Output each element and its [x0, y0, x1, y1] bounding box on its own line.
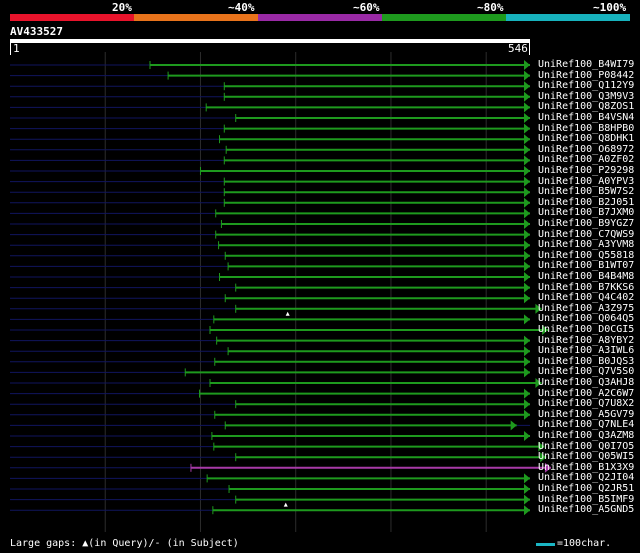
hit-end-arrow-icon: [510, 420, 517, 431]
hit-end-arrow-icon: [524, 484, 530, 494]
hit-label[interactable]: UniRef100_B8HPB0: [538, 123, 634, 134]
hit-label[interactable]: UniRef100_A3IWL6: [538, 345, 634, 356]
hit-end-arrow-icon: [524, 91, 530, 102]
hit-label[interactable]: UniRef100_Q3AHJ8: [538, 377, 634, 388]
hit-end-arrow-icon: [524, 367, 530, 378]
hit-label[interactable]: UniRef100_Q3M9V3: [538, 91, 634, 102]
hit-label[interactable]: UniRef100_B0JQS3: [538, 356, 634, 367]
hit-label[interactable]: UniRef100_Q55818: [538, 250, 634, 261]
hit-end-arrow-icon: [524, 81, 530, 92]
gaps-prefix: Large gaps:: [10, 538, 83, 549]
hit-end-arrow-icon: [524, 250, 530, 261]
hit-label[interactable]: UniRef100_Q8DHK1: [538, 133, 634, 144]
hit-label[interactable]: UniRef100_P08442: [538, 70, 634, 81]
hit-label[interactable]: UniRef100_P29298: [538, 165, 634, 176]
hit-end-arrow-icon: [524, 70, 530, 81]
hit-label[interactable]: UniRef100_Q4C402: [538, 292, 634, 303]
scale-bar: [536, 543, 555, 546]
gaps-query: (in Query)/: [88, 538, 155, 549]
hit-label[interactable]: UniRef100_Q112Y9: [538, 80, 634, 91]
hit-label[interactable]: UniRef100_A2C6W7: [538, 388, 634, 399]
hit-end-arrow-icon: [524, 272, 530, 282]
hit-label[interactable]: UniRef100_C7QWS9: [538, 229, 634, 240]
hit-label[interactable]: UniRef100_B7KKS6: [538, 282, 634, 293]
gap-triangle-icon: [283, 502, 288, 507]
hit-end-arrow-icon: [524, 409, 530, 420]
hit-label[interactable]: UniRef100_B5W7S2: [538, 186, 634, 197]
hit-end-arrow-icon: [524, 113, 530, 123]
hit-end-arrow-icon: [524, 144, 530, 155]
hit-end-arrow-icon: [524, 197, 530, 208]
hit-label[interactable]: UniRef100_Q05WI5: [538, 451, 634, 462]
hit-label[interactable]: UniRef100_B9YGZ7: [538, 218, 634, 229]
hit-end-arrow-icon: [524, 219, 530, 229]
hit-end-arrow-icon: [524, 60, 530, 70]
hit-end-arrow-icon: [524, 208, 530, 219]
hit-end-arrow-icon: [524, 314, 530, 325]
hit-label[interactable]: UniRef100_Q2JI04: [538, 472, 634, 483]
hit-label[interactable]: UniRef100_B5IMF9: [538, 494, 634, 505]
hit-label[interactable]: UniRef100_Q064Q5: [538, 313, 634, 324]
hit-end-arrow-icon: [524, 494, 530, 505]
hit-end-arrow-icon: [524, 335, 530, 346]
gaps-subject: (in Subject): [160, 538, 239, 549]
hit-end-arrow-icon: [524, 134, 530, 145]
hit-label[interactable]: UniRef100_B1WT07: [538, 260, 634, 271]
gap-triangle-icon: [285, 311, 290, 316]
scale-label: =100char.: [557, 538, 612, 549]
hit-label[interactable]: UniRef100_B7JXM0: [538, 207, 634, 218]
hit-end-arrow-icon: [524, 473, 530, 484]
hit-end-arrow-icon: [524, 431, 530, 441]
hit-label[interactable]: UniRef100_A5GND5: [538, 504, 634, 515]
hit-end-arrow-icon: [524, 388, 530, 399]
hit-label[interactable]: UniRef100_A5GV79: [538, 409, 634, 420]
hit-label[interactable]: UniRef100_B1X3X9: [538, 462, 634, 473]
hit-label[interactable]: UniRef100_D0CGI5: [538, 324, 634, 335]
hit-label[interactable]: UniRef100_B4VSN4: [538, 112, 634, 123]
hit-end-arrow-icon: [524, 505, 530, 516]
hit-label[interactable]: UniRef100_A0ZF02: [538, 154, 634, 165]
hit-label[interactable]: UniRef100_Q0I7O5: [538, 441, 634, 452]
hit-end-arrow-icon: [524, 229, 530, 240]
hit-end-arrow-icon: [524, 240, 530, 251]
hit-label[interactable]: UniRef100_Q7U8X2: [538, 398, 634, 409]
hit-label[interactable]: UniRef100_O68972: [538, 144, 634, 155]
hit-end-arrow-icon: [524, 102, 530, 113]
hit-label[interactable]: UniRef100_Q8ZOS1: [538, 101, 634, 112]
hit-end-arrow-icon: [524, 176, 530, 187]
hit-label[interactable]: UniRef100_B2J051: [538, 197, 634, 208]
hit-label[interactable]: UniRef100_A3YVM8: [538, 239, 634, 250]
hit-end-arrow-icon: [524, 123, 530, 134]
hit-label[interactable]: UniRef100_Q3AZM8: [538, 430, 634, 441]
hit-label[interactable]: UniRef100_B4WI79: [538, 59, 634, 70]
hit-end-arrow-icon: [524, 166, 530, 176]
hit-label[interactable]: UniRef100_Q7V5S0: [538, 366, 634, 377]
hit-end-arrow-icon: [524, 293, 530, 304]
hit-end-arrow-icon: [524, 346, 530, 357]
hit-end-arrow-icon: [524, 155, 530, 166]
hit-label[interactable]: UniRef100_Q7NLE4: [538, 419, 634, 430]
hit-label[interactable]: UniRef100_B4B4M8: [538, 271, 634, 282]
hit-end-arrow-icon: [524, 399, 530, 410]
hit-label[interactable]: UniRef100_Q2JR51: [538, 483, 634, 494]
hit-label[interactable]: UniRef100_A3Z975: [538, 303, 634, 314]
footer-gaps-legend: Large gaps: ▲(in Query)/- (in Subject): [10, 538, 239, 549]
hit-label[interactable]: UniRef100_A8YBY2: [538, 335, 634, 346]
hit-label[interactable]: UniRef100_A0YPV3: [538, 176, 634, 187]
hit-end-arrow-icon: [524, 282, 530, 293]
hit-end-arrow-icon: [524, 356, 530, 367]
hit-end-arrow-icon: [524, 187, 530, 198]
hit-end-arrow-icon: [524, 261, 530, 272]
